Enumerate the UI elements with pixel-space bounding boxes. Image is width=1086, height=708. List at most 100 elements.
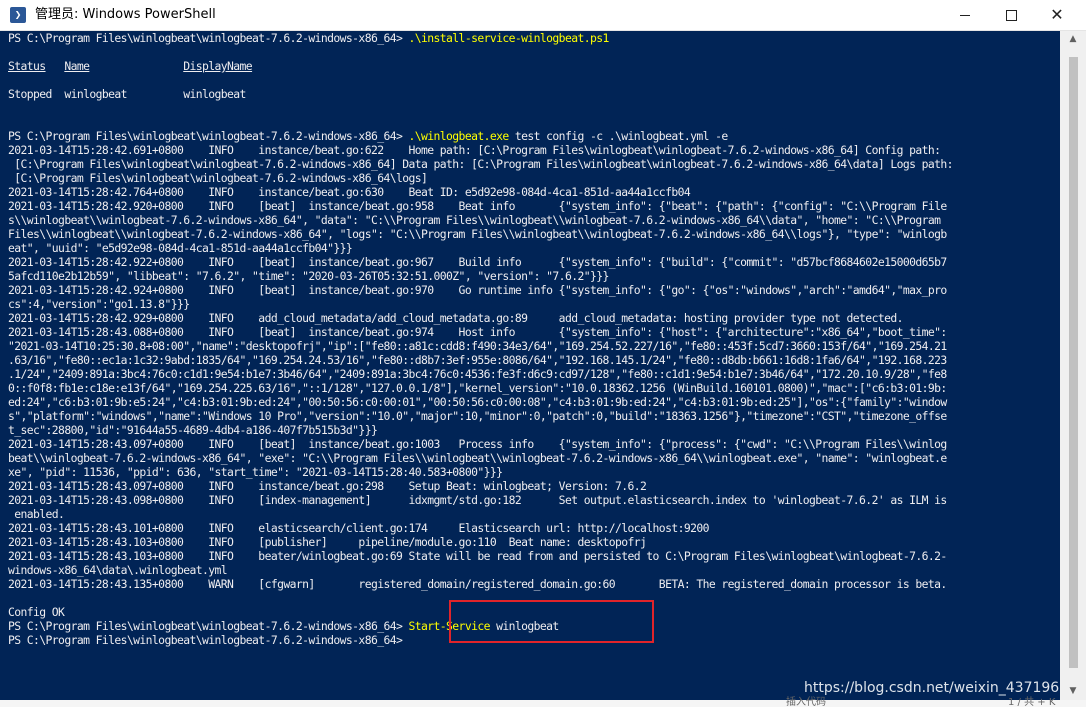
console-text: 2021-03-14T15:28:43.103+0800 INFO [publi… xyxy=(8,535,647,549)
console-text: s\\winlogbeat\\winlogbeat-7.6.2-windows-… xyxy=(8,213,941,227)
console-line: 2021-03-14T15:28:42.929+0800 INFO add_cl… xyxy=(8,311,953,325)
console-line: [C:\Program Files\winlogbeat\winlogbeat-… xyxy=(8,171,953,185)
console-text: 2021-03-14T15:28:42.691+0800 INFO instan… xyxy=(8,143,941,157)
console-line: xe", "pid": 11536, "ppid": 636, "start_t… xyxy=(8,465,953,479)
console-line: 2021-03-14T15:28:43.101+0800 INFO elasti… xyxy=(8,521,953,535)
console-line: 2021-03-14T15:28:43.088+0800 INFO [beat]… xyxy=(8,325,953,339)
console-line: windows-x86_64\data\.winlogbeat.yml xyxy=(8,563,953,577)
console-text: Stopped winlogbeat winlogbeat xyxy=(8,87,246,101)
console-text: 2021-03-14T15:28:43.101+0800 INFO elasti… xyxy=(8,521,709,535)
console-text: 2021-03-14T15:28:42.924+0800 INFO [beat]… xyxy=(8,283,947,297)
console-line: s\\winlogbeat\\winlogbeat-7.6.2-windows-… xyxy=(8,213,953,227)
console-line: eat", "uuid": "e5d92e98-084d-4ca1-851d-a… xyxy=(8,241,953,255)
console-line: .63/16","fe80::ec1a:1c32:9abd:1835/64","… xyxy=(8,353,953,367)
console-line: "2021-03-14T10:25:30.8+08:00","name":"de… xyxy=(8,339,953,353)
console-text: 2021-03-14T15:28:42.922+0800 INFO [beat]… xyxy=(8,255,947,269)
console-text: [C:\Program Files\winlogbeat\winlogbeat-… xyxy=(8,157,953,171)
console-line: Stopped winlogbeat winlogbeat xyxy=(8,87,953,101)
console-text: cs":4,"version":"go1.13.8"}}} xyxy=(8,297,190,311)
console-text: 2021-03-14T15:28:42.920+0800 INFO [beat]… xyxy=(8,199,947,213)
console-line: 2021-03-14T15:28:43.103+0800 INFO [publi… xyxy=(8,535,953,549)
scrollbar-thumb[interactable] xyxy=(1069,57,1078,668)
console-text: eat", "uuid": "e5d92e98-084d-4ca1-851d-a… xyxy=(8,241,353,255)
console-text: s","platform":"windows","name":"Windows … xyxy=(8,409,947,423)
console-text: 2021-03-14T15:28:43.135+0800 WARN [cfgwa… xyxy=(8,577,947,591)
console-line: [C:\Program Files\winlogbeat\winlogbeat-… xyxy=(8,157,953,171)
console-line: 2021-03-14T15:28:42.920+0800 INFO [beat]… xyxy=(8,199,953,213)
console-output[interactable]: PS C:\Program Files\winlogbeat\winlogbea… xyxy=(0,31,1060,700)
console-command-text: .\install-service-winlogbeat.ps1 xyxy=(408,31,610,45)
console-text: 2021-03-14T15:28:43.097+0800 INFO instan… xyxy=(8,479,647,493)
console-line: PS C:\Program Files\winlogbeat\winlogbea… xyxy=(8,129,953,143)
console-text: PS C:\Program Files\winlogbeat\winlogbea… xyxy=(8,619,409,633)
console-line: 2021-03-14T15:28:42.924+0800 INFO [beat]… xyxy=(8,283,953,297)
close-icon: ✕ xyxy=(1050,5,1064,24)
vertical-scrollbar[interactable]: ▲ ▼ xyxy=(1060,31,1086,700)
console-text: Status xyxy=(8,59,46,73)
window-title-bar[interactable]: ❯ 管理员: Windows PowerShell ✕ xyxy=(0,0,1086,31)
console-line: t_sec":28800,"id":"91644a55-4689-4db4-a1… xyxy=(8,423,953,437)
console-line: cs":4,"version":"go1.13.8"}}} xyxy=(8,297,953,311)
console-text: xe", "pid": 11536, "ppid": 636, "start_t… xyxy=(8,465,503,479)
watermark: https://blog.csdn.net/weixin_437196 xyxy=(804,680,1060,696)
console-text: t_sec":28800,"id":"91644a55-4689-4db4-a1… xyxy=(8,423,378,437)
console-line: ed:24","c6:b3:01:9b:e5:24","c4:b3:01:9b:… xyxy=(8,395,953,409)
console-line: 2021-03-14T15:28:43.098+0800 INFO [index… xyxy=(8,493,953,507)
minimize-button[interactable] xyxy=(942,0,988,30)
console-line: 2021-03-14T15:28:43.097+0800 INFO [beat]… xyxy=(8,437,953,451)
console-command-text: .\winlogbeat.exe xyxy=(408,129,510,143)
console-lines: PS C:\Program Files\winlogbeat\winlogbea… xyxy=(8,31,954,647)
console-line: enabled. xyxy=(8,507,953,521)
console-line: Files\\winlogbeat\\winlogbeat-7.6.2-wind… xyxy=(8,227,953,241)
console-text: DisplayName xyxy=(183,59,253,73)
console-text: enabled. xyxy=(8,507,65,521)
scroll-down-arrow-icon[interactable]: ▼ xyxy=(1060,683,1086,700)
powershell-icon: ❯ xyxy=(10,7,26,23)
console-text: windows-x86_64\data\.winlogbeat.yml xyxy=(8,563,228,577)
console-text: test config -c .\winlogbeat.yml -e xyxy=(508,129,728,143)
console-text: 0::f0f8:fb1e:c18e:e13f/64","169.254.225.… xyxy=(8,381,947,395)
console-line: 2021-03-14T15:28:42.691+0800 INFO instan… xyxy=(8,143,953,157)
console-line: 2021-03-14T15:28:42.764+0800 INFO instan… xyxy=(8,185,953,199)
console-text: PS C:\Program Files\winlogbeat\winlogbea… xyxy=(8,129,409,143)
maximize-button[interactable] xyxy=(988,0,1034,30)
console-text: 5afcd110e2b12b59", "libbeat": "7.6.2", "… xyxy=(8,269,609,283)
console-text: "2021-03-14T10:25:30.8+08:00","name":"de… xyxy=(8,339,947,353)
console-text: 2021-03-14T15:28:42.929+0800 INFO add_cl… xyxy=(8,311,903,325)
console-text: ed:24","c6:b3:01:9b:e5:24","c4:b3:01:9b:… xyxy=(8,395,947,409)
console-text: 2021-03-14T15:28:43.097+0800 INFO [beat]… xyxy=(8,437,947,451)
console-line: PS C:\Program Files\winlogbeat\winlogbea… xyxy=(8,31,953,45)
console-text: .1/24","2409:891a:3bc4:76c0:c1d1:9e54:b1… xyxy=(8,367,947,381)
console-line: beat\\winlogbeat-7.6.2-windows-x86_64", … xyxy=(8,451,953,465)
maximize-icon xyxy=(1005,9,1017,21)
console-line: s","platform":"windows","name":"Windows … xyxy=(8,409,953,423)
window-title: 管理员: Windows PowerShell xyxy=(35,7,216,22)
console-text: .63/16","fe80::ec1a:1c32:9abd:1835/64","… xyxy=(8,353,947,367)
start-service-highlight-box xyxy=(449,600,654,643)
console-text: PS C:\Program Files\winlogbeat\winlogbea… xyxy=(8,633,403,647)
console-text: [C:\Program Files\winlogbeat\winlogbeat-… xyxy=(8,171,428,185)
console-line: .1/24","2409:891a:3bc4:76c0:c1d1:9e54:b1… xyxy=(8,367,953,381)
console-line: Status Name DisplayName xyxy=(8,59,953,73)
console-text: PS C:\Program Files\winlogbeat\winlogbea… xyxy=(8,31,409,45)
console-line: 2021-03-14T15:28:42.922+0800 INFO [beat]… xyxy=(8,255,953,269)
console-text: Name xyxy=(64,59,90,73)
console-text: 2021-03-14T15:28:42.764+0800 INFO instan… xyxy=(8,185,691,199)
console-line: 2021-03-14T15:28:43.103+0800 INFO beater… xyxy=(8,549,953,563)
close-button[interactable]: ✕ xyxy=(1034,0,1080,30)
scroll-up-arrow-icon[interactable]: ▲ xyxy=(1060,31,1086,48)
console-text: Files\\winlogbeat\\winlogbeat-7.6.2-wind… xyxy=(8,227,947,241)
console-text: Config OK xyxy=(8,605,65,619)
console-line: 5afcd110e2b12b59", "libbeat": "7.6.2", "… xyxy=(8,269,953,283)
console-line: 2021-03-14T15:28:43.097+0800 INFO instan… xyxy=(8,479,953,493)
console-line: 0::f0f8:fb1e:c18e:e13f/64","169.254.225.… xyxy=(8,381,953,395)
console-line: 2021-03-14T15:28:43.135+0800 WARN [cfgwa… xyxy=(8,577,953,591)
background-window-strip xyxy=(0,700,1086,707)
console-text: beat\\winlogbeat-7.6.2-windows-x86_64", … xyxy=(8,451,947,465)
